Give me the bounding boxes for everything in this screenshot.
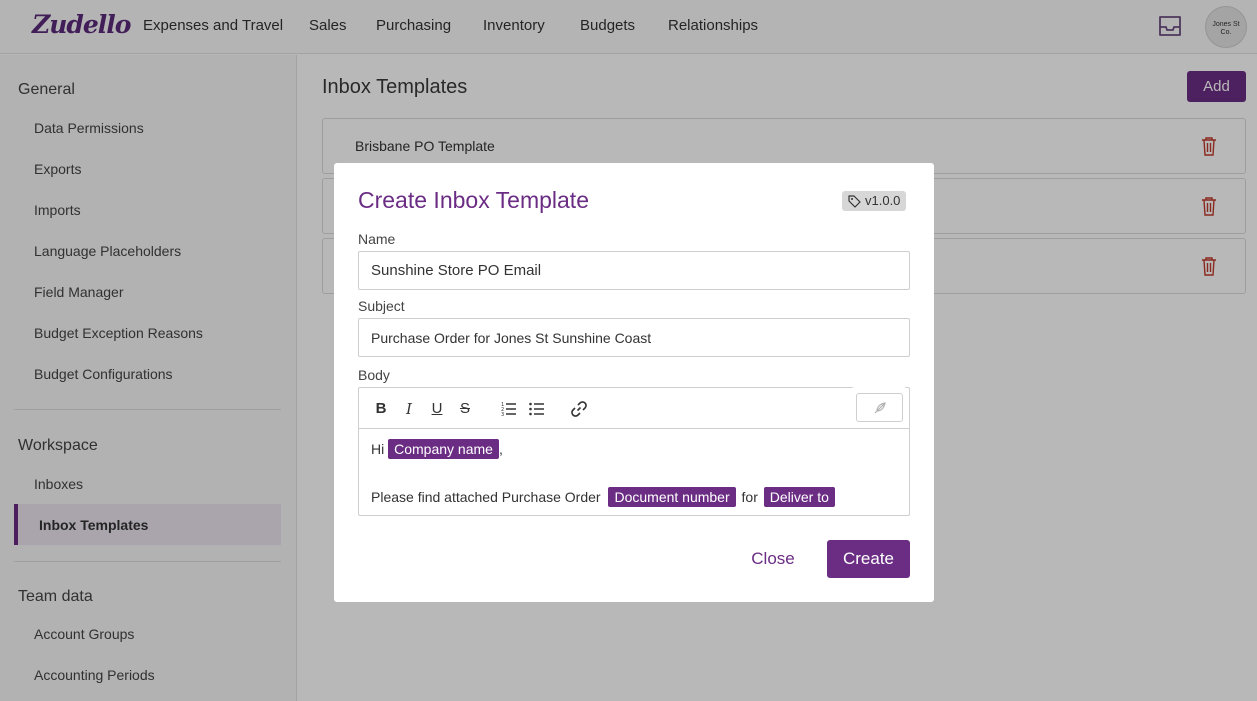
strikethrough-button[interactable]: S [456, 400, 474, 418]
name-input[interactable] [358, 251, 910, 290]
body-line-2: Please find attached Purchase Order Docu… [371, 487, 835, 507]
body-text: , [498, 441, 503, 457]
body-text: Hi [371, 441, 385, 457]
bold-button[interactable]: B [372, 400, 390, 418]
ordered-list-icon[interactable]: 1 2 3 [500, 400, 518, 418]
body-label: Body [358, 367, 390, 383]
underline-button[interactable]: U [428, 400, 446, 418]
feather-icon [874, 402, 886, 414]
document-number-chip[interactable]: Document number [608, 487, 736, 507]
version-text: v1.0.0 [865, 193, 901, 208]
tag-icon [848, 194, 861, 208]
close-button[interactable]: Close [740, 540, 806, 578]
body-text: Please find attached Purchase Order [371, 489, 601, 505]
create-button[interactable]: Create [827, 540, 910, 578]
name-label: Name [358, 231, 396, 247]
subject-label: Subject [358, 298, 405, 314]
modal-title: Create Inbox Template [358, 187, 589, 213]
body-text: for [741, 489, 758, 505]
link-icon[interactable] [570, 400, 588, 418]
company-name-chip[interactable]: Company name [388, 439, 499, 459]
deliver-to-chip[interactable]: Deliver to [763, 487, 835, 507]
editor-toolbar: B I U S 1 2 3 [359, 388, 909, 429]
version-badge: v1.0.0 [842, 191, 907, 211]
subject-input[interactable] [358, 318, 910, 357]
insert-placeholder-button[interactable] [856, 393, 903, 422]
svg-text:3: 3 [501, 412, 504, 418]
italic-button[interactable]: I [400, 400, 418, 418]
body-line-1: Hi Company name, [371, 439, 503, 459]
create-inbox-template-modal: Create Inbox Template v1.0.0 Name Subjec… [334, 163, 934, 602]
bullet-list-icon[interactable] [528, 400, 546, 418]
